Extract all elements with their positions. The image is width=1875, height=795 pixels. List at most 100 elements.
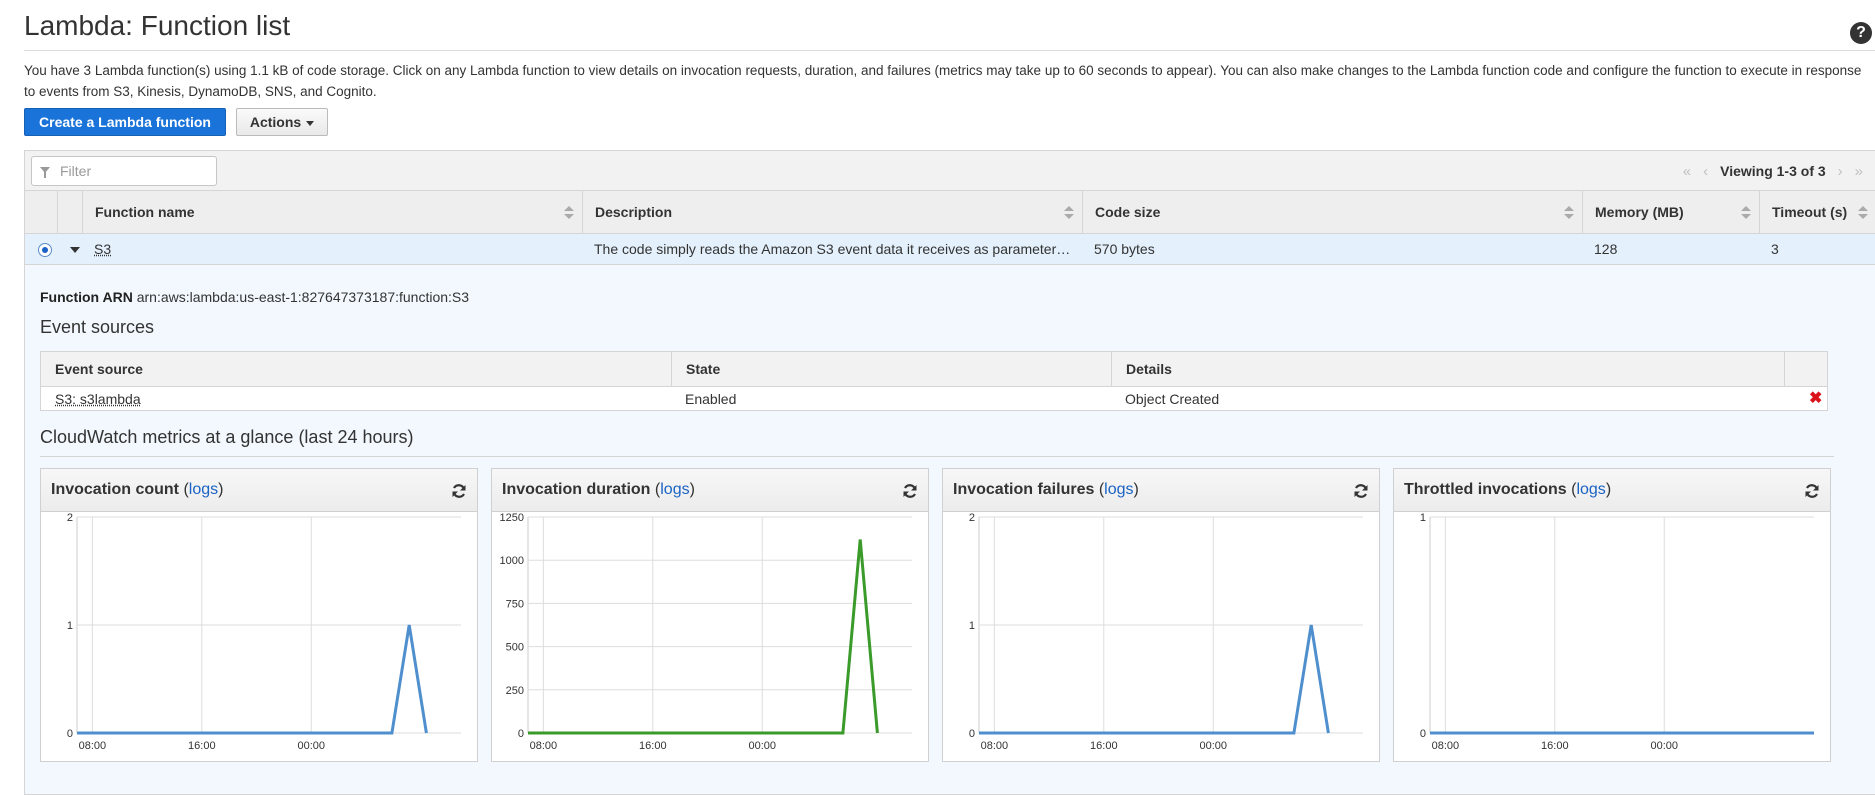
x-tick-label: 08:00 bbox=[530, 740, 558, 752]
create-function-button[interactable]: Create a Lambda function bbox=[24, 108, 226, 136]
invocation-count-chart: 0 1 2 08:00 16:00 00:00 bbox=[67, 512, 461, 752]
y-tick-label: 0 bbox=[1420, 728, 1426, 740]
x-tick-label: 16:00 bbox=[188, 740, 216, 752]
column-header-actions bbox=[1784, 352, 1829, 387]
y-tick-label: 250 bbox=[506, 685, 524, 697]
refresh-icon[interactable] bbox=[451, 483, 467, 499]
x-tick-label: 16:00 bbox=[639, 740, 667, 752]
event-source-link[interactable]: S3: s3lambda bbox=[55, 391, 141, 407]
filter-input[interactable] bbox=[58, 160, 208, 182]
table-row[interactable]: S3 The code simply reads the Amazon S3 e… bbox=[25, 234, 1875, 265]
sort-icon[interactable] bbox=[1741, 206, 1751, 220]
function-list-panel: « ‹ Viewing 1-3 of 3 › » Function name D… bbox=[24, 150, 1875, 795]
sort-icon[interactable] bbox=[1564, 206, 1574, 220]
column-header-timeout[interactable]: Timeout (s) bbox=[1759, 191, 1875, 234]
filter-icon bbox=[40, 167, 50, 178]
refresh-icon[interactable] bbox=[1804, 483, 1820, 499]
metric-card-invocation-count: Invocation count (logs) 0 1 2 08:00 16:00 00:… bbox=[40, 468, 478, 762]
metric-card-header: Throttled invocations (logs) bbox=[1394, 469, 1830, 512]
function-name-link[interactable]: S3 bbox=[94, 241, 111, 257]
series-line bbox=[528, 539, 879, 735]
y-tick-label: 1250 bbox=[500, 512, 524, 524]
column-header-function-name[interactable]: Function name bbox=[82, 191, 582, 234]
pagination: « ‹ Viewing 1-3 of 3 › » bbox=[1683, 161, 1863, 181]
column-header-memory[interactable]: Memory (MB) bbox=[1582, 191, 1759, 234]
logs-link[interactable]: logs bbox=[1576, 481, 1605, 498]
y-tick-label: 1 bbox=[1420, 512, 1426, 524]
metric-title: Invocation count (logs) bbox=[51, 481, 224, 498]
metric-card-invocation-duration: Invocation duration (logs) 0 250 500 750 100… bbox=[491, 468, 929, 762]
x-tick-label: 08:00 bbox=[79, 740, 107, 752]
event-source-cell: S3: s3lambda bbox=[41, 387, 671, 411]
y-tick-label: 1 bbox=[67, 620, 73, 632]
sort-icon[interactable] bbox=[1858, 206, 1868, 220]
table-row: S3: s3lambda Enabled Object Created ✖ bbox=[41, 387, 1827, 411]
y-tick-label: 0 bbox=[518, 728, 524, 740]
function-arn-value: arn:aws:lambda:us-east-1:827647373187:fu… bbox=[136, 289, 470, 305]
delete-icon[interactable]: ✖ bbox=[1809, 390, 1822, 408]
metrics-divider bbox=[40, 456, 1834, 457]
x-tick-label: 00:00 bbox=[748, 740, 776, 752]
x-tick-label: 00:00 bbox=[297, 740, 325, 752]
y-tick-label: 500 bbox=[506, 642, 524, 654]
logs-link[interactable]: logs bbox=[189, 481, 218, 498]
actions-button[interactable]: Actions bbox=[236, 108, 328, 136]
sort-icon[interactable] bbox=[564, 206, 574, 220]
expand-row-icon[interactable] bbox=[70, 247, 80, 253]
metric-card-header: Invocation duration (logs) bbox=[492, 469, 928, 512]
y-tick-label: 0 bbox=[969, 728, 975, 740]
event-sources-title: Event sources bbox=[40, 317, 155, 337]
filter-box[interactable] bbox=[31, 156, 217, 186]
x-tick-label: 08:00 bbox=[1432, 740, 1460, 752]
description-cell: The code simply reads the Amazon S3 even… bbox=[594, 241, 1072, 257]
title-divider bbox=[24, 50, 1875, 51]
y-tick-label: 2 bbox=[67, 512, 73, 524]
event-state-cell: Enabled bbox=[685, 391, 737, 407]
actions-label: Actions bbox=[249, 114, 302, 130]
x-tick-label: 08:00 bbox=[981, 740, 1009, 752]
code-size-cell: 570 bytes bbox=[1094, 241, 1155, 257]
last-page-icon[interactable]: » bbox=[1855, 163, 1863, 180]
metric-card-invocation-failures: Invocation failures (logs) 0 1 2 08:00 16:00… bbox=[942, 468, 1380, 762]
metric-title: Throttled invocations (logs) bbox=[1404, 481, 1612, 498]
x-tick-label: 00:00 bbox=[1199, 740, 1227, 752]
expand-column-header bbox=[57, 191, 82, 234]
y-tick-label: 0 bbox=[67, 728, 73, 740]
function-name-cell[interactable]: S3 bbox=[82, 234, 582, 265]
row-select-radio[interactable] bbox=[38, 243, 52, 257]
memory-cell: 128 bbox=[1594, 241, 1618, 257]
logs-link[interactable]: logs bbox=[660, 481, 689, 498]
event-details-cell: Object Created bbox=[1125, 391, 1220, 407]
metric-card-header: Invocation failures (logs) bbox=[943, 469, 1379, 512]
timeout-cell: 3 bbox=[1771, 241, 1779, 257]
y-tick-label: 1 bbox=[969, 620, 975, 632]
refresh-icon[interactable] bbox=[1353, 483, 1369, 499]
function-arn: Function ARN arn:aws:lambda:us-east-1:82… bbox=[40, 289, 469, 305]
chevron-down-icon bbox=[306, 120, 315, 126]
metric-card-throttled-invocations: Throttled invocations (logs) 0 1 08:00 16:0… bbox=[1393, 468, 1831, 762]
x-tick-label: 16:00 bbox=[1090, 740, 1118, 752]
page-title: Lambda: Function list bbox=[24, 10, 291, 41]
logs-link[interactable]: logs bbox=[1104, 481, 1133, 498]
series-line bbox=[77, 624, 428, 735]
invocation-duration-chart: 0 250 500 750 1000 1250 08:00 16:00 00:00 bbox=[500, 512, 912, 752]
next-page-icon[interactable]: › bbox=[1838, 163, 1843, 180]
y-tick-label: 1000 bbox=[500, 555, 524, 567]
x-tick-label: 00:00 bbox=[1650, 740, 1678, 752]
select-column-header bbox=[25, 191, 57, 234]
column-header-code-size[interactable]: Code size bbox=[1082, 191, 1582, 234]
refresh-icon[interactable] bbox=[902, 483, 918, 499]
help-icon[interactable]: ? bbox=[1850, 22, 1872, 44]
series-line bbox=[979, 624, 1330, 735]
first-page-icon[interactable]: « bbox=[1683, 163, 1691, 180]
prev-page-icon[interactable]: ‹ bbox=[1703, 163, 1708, 180]
column-header-description[interactable]: Description bbox=[582, 191, 1082, 234]
intro-text: You have 3 Lambda function(s) using 1.1 … bbox=[24, 63, 1862, 99]
sort-icon[interactable] bbox=[1064, 206, 1074, 220]
column-header-details: Details bbox=[1111, 352, 1784, 387]
x-tick-label: 16:00 bbox=[1541, 740, 1569, 752]
throttled-invocations-chart: 0 1 08:00 16:00 00:00 bbox=[1420, 512, 1814, 752]
y-tick-label: 2 bbox=[969, 512, 975, 524]
metric-card-header: Invocation count (logs) bbox=[41, 469, 477, 512]
function-arn-label: Function ARN bbox=[40, 289, 133, 305]
